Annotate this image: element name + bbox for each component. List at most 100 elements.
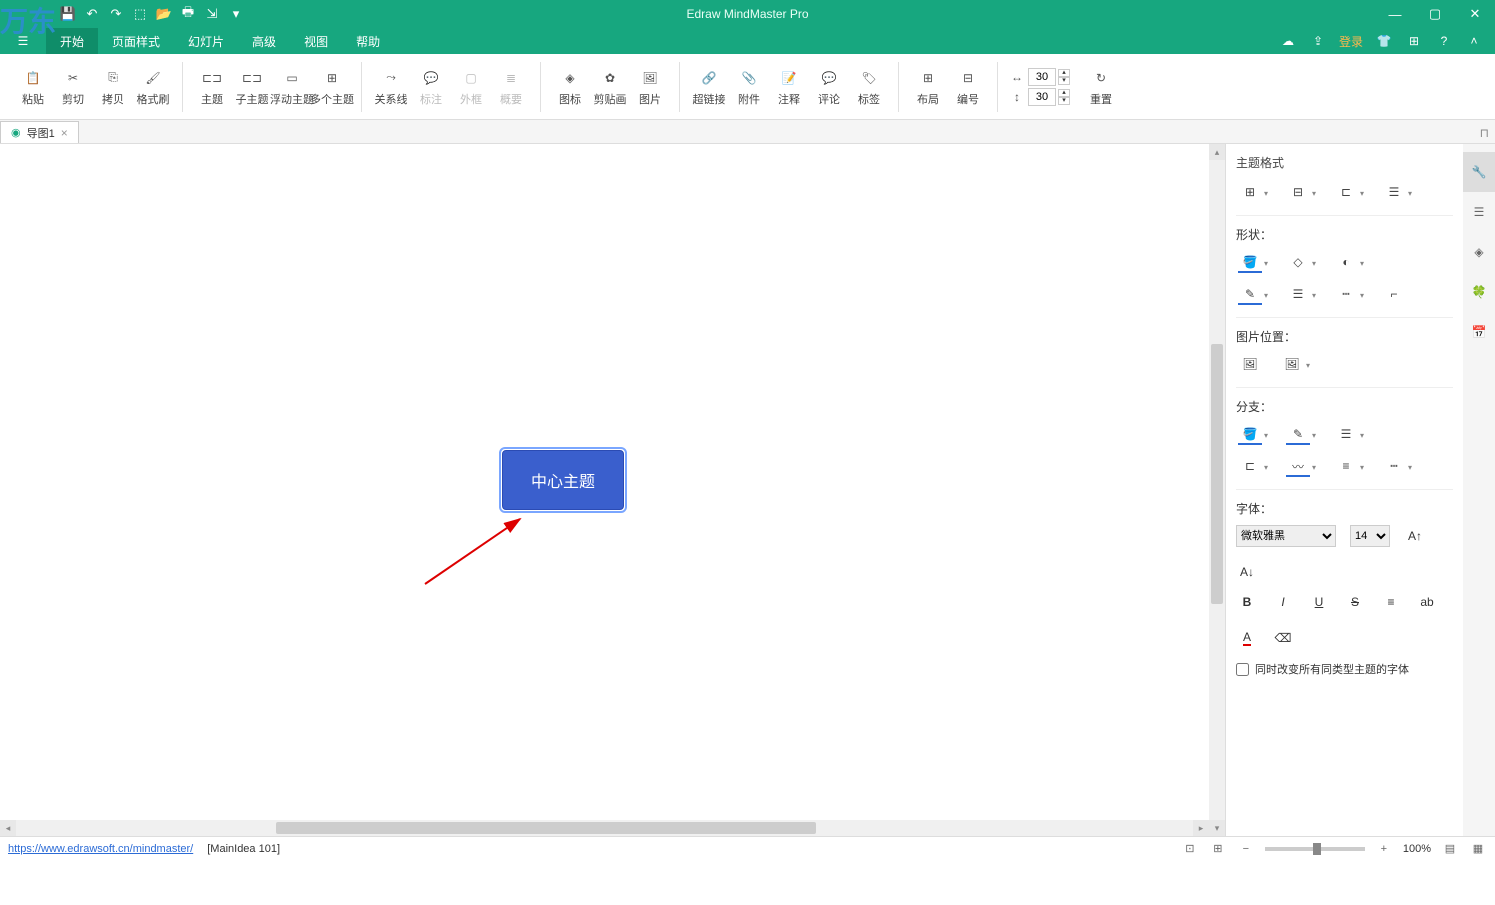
number-button[interactable]: ⊟编号 bbox=[949, 57, 987, 117]
subtopic-button[interactable]: ⊏⊐子主题 bbox=[233, 57, 271, 117]
sidetab-task[interactable]: 📅 bbox=[1463, 312, 1495, 352]
marker-button[interactable]: ◈图标 bbox=[551, 57, 589, 117]
corner-button[interactable]: ⌐ bbox=[1380, 283, 1408, 307]
menu-advanced[interactable]: 高级 bbox=[238, 28, 290, 54]
h-scroll-thumb[interactable] bbox=[276, 822, 816, 834]
branch-pen-button[interactable]: ✎▾ bbox=[1284, 423, 1318, 447]
fill-color-button[interactable]: 🪣▾ bbox=[1236, 251, 1270, 275]
font-color-button[interactable]: A bbox=[1236, 627, 1258, 649]
height-input[interactable] bbox=[1028, 88, 1056, 106]
shadow-button[interactable]: ◐▾ bbox=[1332, 251, 1366, 275]
reset-button[interactable]: ↻重置 bbox=[1082, 57, 1120, 117]
layout-button[interactable]: ⊞布局 bbox=[909, 57, 947, 117]
width-input[interactable] bbox=[1028, 68, 1056, 86]
branch-curve-button[interactable]: 〰▾ bbox=[1284, 455, 1318, 479]
image-right-button[interactable]: 🖼▾ bbox=[1278, 353, 1312, 377]
tag-button[interactable]: 🏷标签 bbox=[850, 57, 888, 117]
scroll-down-icon[interactable]: ▾ bbox=[1209, 820, 1225, 836]
topic-button[interactable]: ⊏⊐主题 bbox=[193, 57, 231, 117]
view-mode1-icon[interactable]: ▤ bbox=[1441, 840, 1459, 858]
redo-icon[interactable]: ↷ bbox=[108, 6, 124, 22]
tree-layout-button[interactable]: ⊟▾ bbox=[1284, 181, 1318, 205]
menu-help-icon[interactable]: ? bbox=[1435, 32, 1453, 50]
height-spinner[interactable]: ▴▾ bbox=[1058, 89, 1070, 105]
align-button[interactable]: ≡ bbox=[1380, 591, 1402, 613]
minimize-button[interactable]: — bbox=[1375, 0, 1415, 28]
share-icon[interactable]: ⇪ bbox=[1309, 32, 1327, 50]
branch-style-button[interactable]: ⊏▾ bbox=[1236, 455, 1270, 479]
branch-taper-button[interactable]: ≡▾ bbox=[1332, 455, 1366, 479]
note-button[interactable]: 📝注释 bbox=[770, 57, 808, 117]
close-button[interactable]: ✕ bbox=[1455, 0, 1495, 28]
line-dash-button[interactable]: ┉▾ bbox=[1332, 283, 1366, 307]
sidetab-style[interactable]: 🔧 bbox=[1463, 152, 1495, 192]
new-icon[interactable]: ⬚ bbox=[132, 6, 148, 22]
bold-button[interactable]: B bbox=[1236, 591, 1258, 613]
apply-all-checkbox[interactable] bbox=[1236, 663, 1249, 676]
italic-button[interactable]: I bbox=[1272, 591, 1294, 613]
underline-button[interactable]: U bbox=[1308, 591, 1330, 613]
sidetab-clipart[interactable]: 🍀 bbox=[1463, 272, 1495, 312]
scroll-left-icon[interactable]: ◂ bbox=[0, 820, 16, 836]
highlight-button[interactable]: ab bbox=[1416, 591, 1438, 613]
branch-color-button[interactable]: 🪣▾ bbox=[1236, 423, 1270, 447]
cloud-icon[interactable]: ☁ bbox=[1279, 32, 1297, 50]
save-icon[interactable]: 💾 bbox=[60, 6, 76, 22]
multi-topic-button[interactable]: ⊞多个主题 bbox=[313, 57, 351, 117]
view-mode2-icon[interactable]: ▦ bbox=[1469, 840, 1487, 858]
attachment-button[interactable]: 📎附件 bbox=[730, 57, 768, 117]
cut-button[interactable]: ✂剪切 bbox=[54, 57, 92, 117]
print-icon[interactable]: 🖶 bbox=[180, 6, 196, 22]
apps-icon[interactable]: ⊞ bbox=[1405, 32, 1423, 50]
v-scroll-thumb[interactable] bbox=[1211, 344, 1223, 604]
paste-button[interactable]: 📋粘贴 bbox=[14, 57, 52, 117]
fit-width-icon[interactable]: ⊞ bbox=[1209, 840, 1227, 858]
branch-dash-button[interactable]: ┉▾ bbox=[1380, 455, 1414, 479]
clipart-button[interactable]: ✿剪贴画 bbox=[591, 57, 629, 117]
canvas[interactable]: 中心主题 ▴ ▾ ◂ ▸ bbox=[0, 144, 1225, 836]
hyperlink-button[interactable]: 🔗超链接 bbox=[690, 57, 728, 117]
collapse-ribbon-icon[interactable]: ˄ bbox=[1465, 32, 1483, 50]
image-left-button[interactable]: 🖼 bbox=[1236, 353, 1264, 377]
export-icon[interactable]: ⇲ bbox=[204, 6, 220, 22]
comment-button[interactable]: 💬评论 bbox=[810, 57, 848, 117]
menu-slides[interactable]: 幻灯片 bbox=[174, 28, 238, 54]
copy-button[interactable]: ⎘拷贝 bbox=[94, 57, 132, 117]
width-spinner[interactable]: ▴▾ bbox=[1058, 69, 1070, 85]
open-icon[interactable]: 📂 bbox=[156, 6, 172, 22]
list-layout-button[interactable]: ☰▾ bbox=[1380, 181, 1414, 205]
maximize-button[interactable]: ▢ bbox=[1415, 0, 1455, 28]
format-painter-button[interactable]: 🖌格式刷 bbox=[134, 57, 172, 117]
shirt-icon[interactable]: 👕 bbox=[1375, 32, 1393, 50]
font-family-select[interactable]: 微软雅黑 bbox=[1236, 525, 1336, 547]
fit-page-icon[interactable]: ⊡ bbox=[1181, 840, 1199, 858]
vertical-scrollbar[interactable]: ▴ ▾ bbox=[1209, 144, 1225, 836]
strike-button[interactable]: S bbox=[1344, 591, 1366, 613]
branch-weight-button[interactable]: ☰▾ bbox=[1332, 423, 1366, 447]
font-decrease-button[interactable]: A↓ bbox=[1236, 561, 1258, 583]
menu-help[interactable]: 帮助 bbox=[342, 28, 394, 54]
line-weight-button[interactable]: ☰▾ bbox=[1284, 283, 1318, 307]
floating-topic-button[interactable]: ▭浮动主题 bbox=[273, 57, 311, 117]
center-topic-node[interactable]: 中心主题 bbox=[502, 450, 624, 510]
qat-more-icon[interactable]: ▾ bbox=[228, 6, 244, 22]
menu-view[interactable]: 视图 bbox=[290, 28, 342, 54]
zoom-thumb[interactable] bbox=[1313, 843, 1321, 855]
indent-button[interactable]: ⊏▾ bbox=[1332, 181, 1366, 205]
pin-panel-icon[interactable]: ⊓ bbox=[1480, 126, 1489, 140]
line-color-button[interactable]: ✎▾ bbox=[1236, 283, 1270, 307]
menu-page-style[interactable]: 页面样式 bbox=[98, 28, 174, 54]
zoom-out-icon[interactable]: − bbox=[1237, 840, 1255, 858]
scroll-up-icon[interactable]: ▴ bbox=[1209, 144, 1225, 160]
undo-icon[interactable]: ↶ bbox=[84, 6, 100, 22]
status-url[interactable]: https://www.edrawsoft.cn/mindmaster/ bbox=[8, 843, 193, 855]
font-size-select[interactable]: 14 bbox=[1350, 525, 1390, 547]
mindmap-layout-button[interactable]: ⊞▾ bbox=[1236, 181, 1270, 205]
clear-format-button[interactable]: ⌫ bbox=[1272, 627, 1294, 649]
border-style-button[interactable]: ◇▾ bbox=[1284, 251, 1318, 275]
font-increase-button[interactable]: A↑ bbox=[1404, 525, 1426, 547]
sidetab-icon[interactable]: ◈ bbox=[1463, 232, 1495, 272]
horizontal-scrollbar[interactable]: ◂ ▸ bbox=[0, 820, 1209, 836]
zoom-slider[interactable] bbox=[1265, 847, 1365, 851]
picture-button[interactable]: 🖼图片 bbox=[631, 57, 669, 117]
